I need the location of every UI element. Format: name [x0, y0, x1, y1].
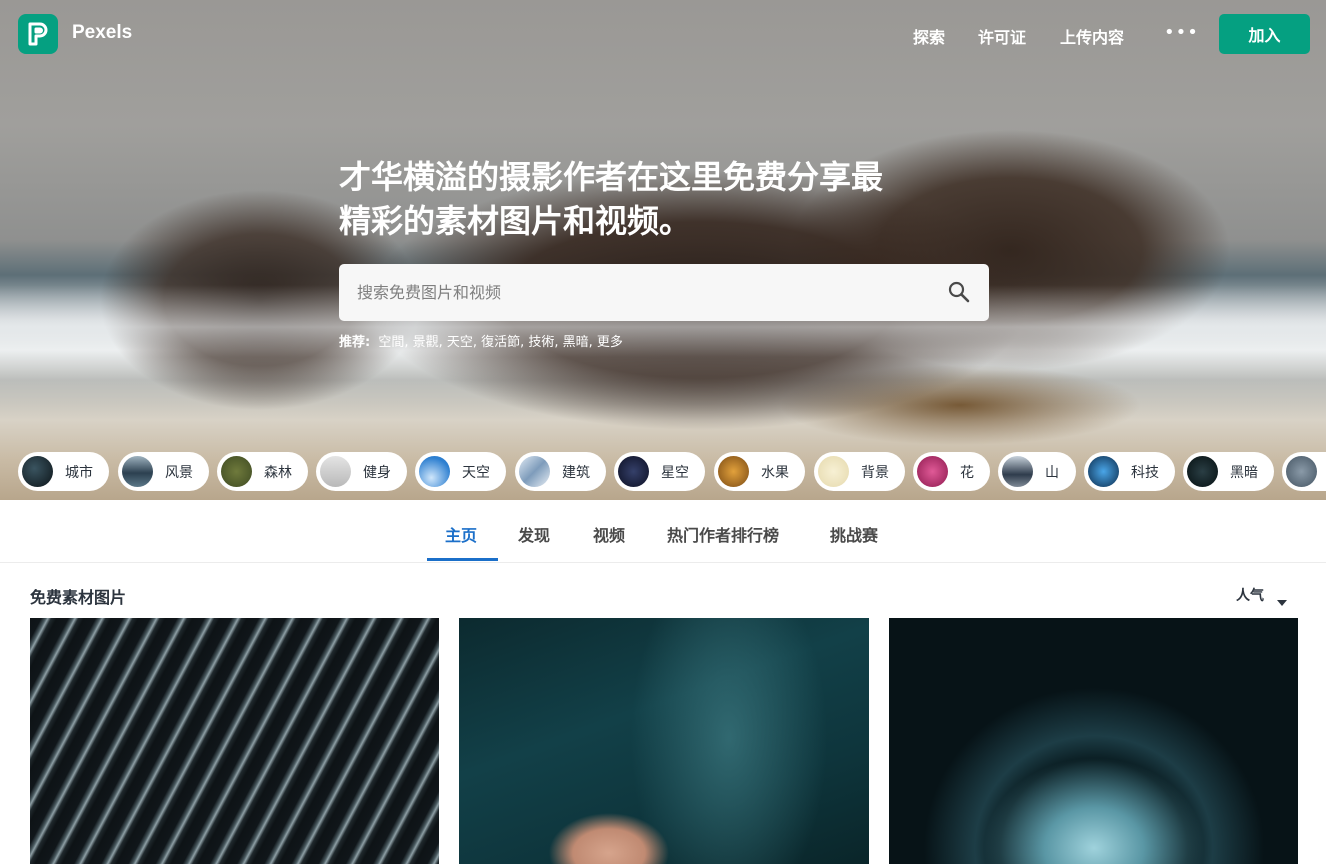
- caret-down-icon[interactable]: [1277, 591, 1287, 610]
- search-box: [339, 264, 989, 321]
- photo-card-1[interactable]: [30, 618, 439, 864]
- chip-label: 森林: [264, 464, 292, 481]
- chip-label: 建筑: [562, 464, 590, 481]
- hero-headline: 才华横溢的摄影作者在这里免费分享最 精彩的素材图片和视频。: [339, 155, 979, 243]
- technology-thumb-icon: [1088, 456, 1119, 487]
- chip-label: 天空: [462, 464, 490, 481]
- chip-label: 风景: [165, 464, 193, 481]
- chip-partial[interactable]: [1282, 452, 1326, 491]
- join-button[interactable]: 加入: [1219, 14, 1310, 54]
- chip-dark[interactable]: 黑暗: [1183, 452, 1274, 491]
- suggestions-label: 推荐:: [339, 335, 371, 350]
- dark-thumb-icon: [1187, 456, 1218, 487]
- chip-mountain[interactable]: 山: [998, 452, 1076, 491]
- chip-label: 水果: [761, 464, 789, 481]
- search-suggestions: 推荐: 空間, 景觀, 天空, 復活節, 技術, 黑暗, 更多: [339, 331, 623, 350]
- photo-hand-detail: [549, 813, 669, 864]
- forest-thumb-icon: [221, 456, 252, 487]
- chip-flower[interactable]: 花: [913, 452, 990, 491]
- fruit-thumb-icon: [718, 456, 749, 487]
- more-icon[interactable]: •••: [1164, 22, 1199, 43]
- chip-landscape[interactable]: 风景: [118, 452, 209, 491]
- chip-architecture[interactable]: 建筑: [515, 452, 606, 491]
- chip-label: 科技: [1131, 464, 1159, 481]
- search-input[interactable]: [339, 264, 929, 321]
- chip-label: 山: [1045, 464, 1059, 481]
- pexels-logo-icon[interactable]: [18, 14, 58, 54]
- city-thumb-icon: [22, 456, 53, 487]
- sky-thumb-icon: [419, 456, 450, 487]
- tab-discover[interactable]: 发现: [518, 522, 550, 546]
- architecture-thumb-icon: [519, 456, 550, 487]
- chip-city[interactable]: 城市: [18, 452, 109, 491]
- landscape-thumb-icon: [122, 456, 153, 487]
- partial-thumb-icon: [1286, 456, 1317, 487]
- active-tab-indicator: [427, 558, 498, 561]
- mountain-thumb-icon: [1002, 456, 1033, 487]
- chip-label: 城市: [65, 464, 93, 481]
- tab-home[interactable]: 主页: [445, 522, 477, 546]
- flower-thumb-icon: [917, 456, 948, 487]
- nav-link-license[interactable]: 许可证: [978, 24, 1026, 48]
- category-chips: 城市 风景 森林 健身 天空 建筑 星空 水果 背景 花 山 科技 黑暗: [0, 452, 1326, 492]
- chip-fitness[interactable]: 健身: [316, 452, 407, 491]
- headline-line-1: 才华横溢的摄影作者在这里免费分享最: [339, 158, 884, 196]
- chip-label: 花: [960, 464, 974, 481]
- chip-fruit[interactable]: 水果: [714, 452, 805, 491]
- suggestion-links[interactable]: 空間, 景觀, 天空, 復活節, 技術, 黑暗, 更多: [378, 335, 623, 350]
- tab-leaderboard[interactable]: 热门作者排行榜: [667, 522, 779, 546]
- tab-videos[interactable]: 视频: [593, 522, 625, 546]
- photo-card-2[interactable]: [459, 618, 869, 864]
- chip-label: 星空: [661, 464, 689, 481]
- nav-link-upload[interactable]: 上传内容: [1060, 24, 1124, 48]
- chip-label: 背景: [861, 464, 889, 481]
- top-nav: Pexels 探索 许可证 上传内容 ••• 加入: [0, 0, 1326, 68]
- chip-background[interactable]: 背景: [814, 452, 905, 491]
- tab-challenges[interactable]: 挑战赛: [830, 522, 878, 546]
- chip-technology[interactable]: 科技: [1084, 452, 1175, 491]
- sort-dropdown[interactable]: 人气: [1236, 585, 1264, 605]
- chip-starry-sky[interactable]: 星空: [614, 452, 705, 491]
- search-icon[interactable]: [948, 281, 970, 307]
- photo-card-3[interactable]: [889, 618, 1298, 864]
- logo-text[interactable]: Pexels: [72, 22, 132, 44]
- chip-label: 健身: [363, 464, 391, 481]
- main-tabs: 主页 发现 视频 热门作者排行榜 挑战赛: [0, 500, 1326, 563]
- background-thumb-icon: [818, 456, 849, 487]
- section-title: 免费素材图片: [30, 588, 127, 607]
- chip-forest[interactable]: 森林: [217, 452, 308, 491]
- starry-sky-thumb-icon: [618, 456, 649, 487]
- nav-link-explore[interactable]: 探索: [913, 24, 945, 48]
- fitness-thumb-icon: [320, 456, 351, 487]
- headline-line-2: 精彩的素材图片和视频。: [339, 202, 692, 240]
- chip-sky[interactable]: 天空: [415, 452, 506, 491]
- hero-banner: [0, 0, 1326, 500]
- chip-label: 黑暗: [1230, 464, 1258, 481]
